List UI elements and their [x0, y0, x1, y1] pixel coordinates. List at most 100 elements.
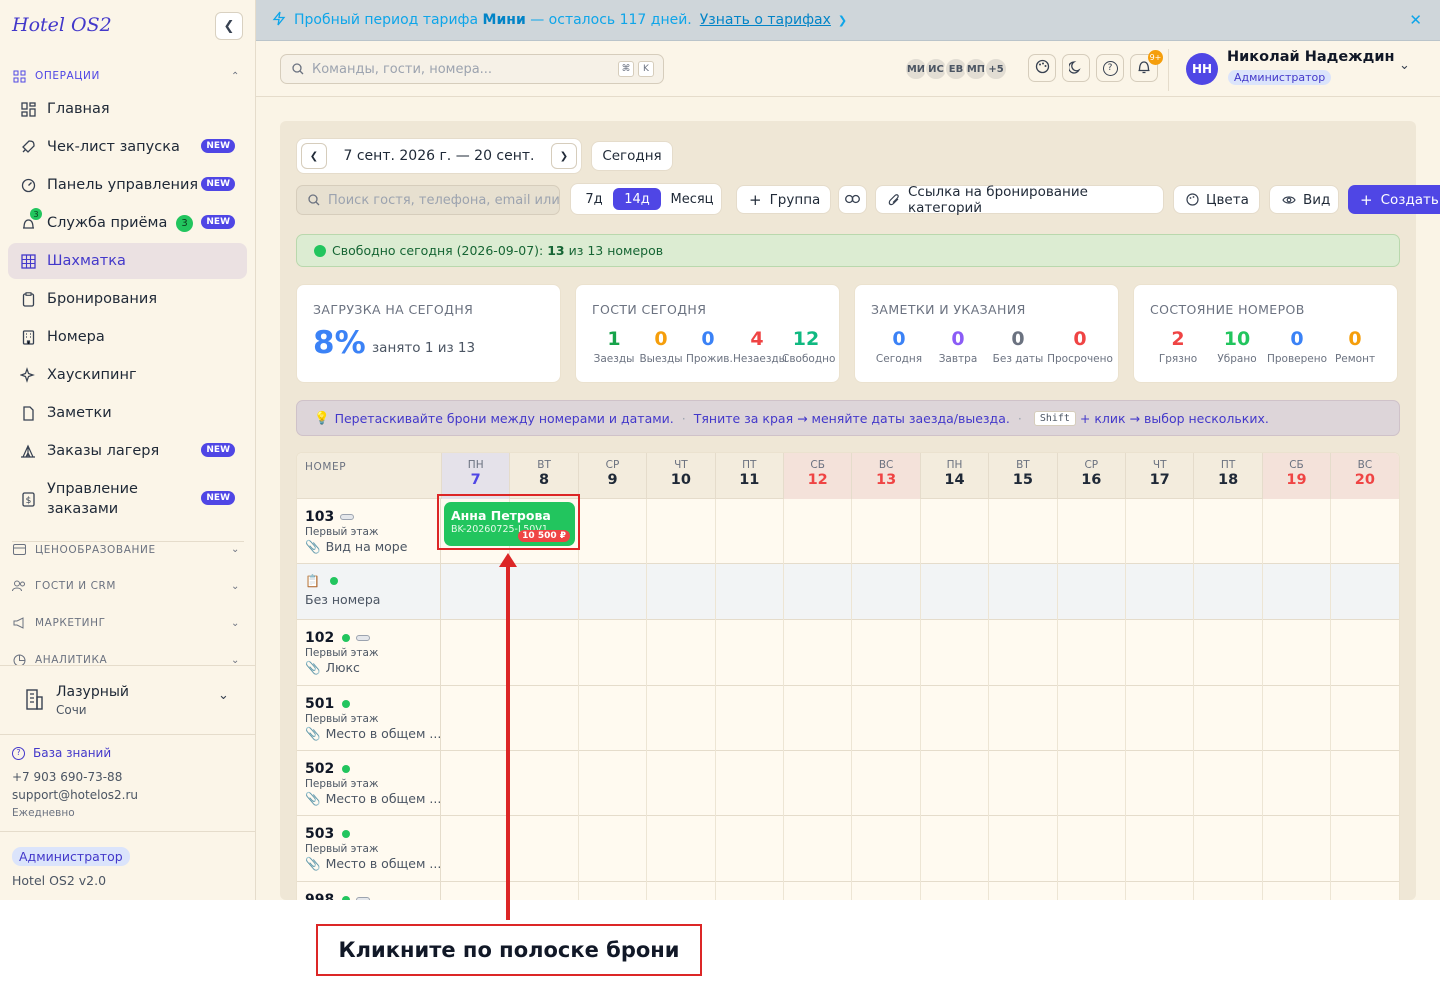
pricing-link[interactable]: Узнать о тарифах [700, 12, 831, 28]
sidebar-item-label: Управление заказами [47, 481, 138, 517]
help-button[interactable]: ? [1096, 54, 1124, 82]
sidebar-item-launch-checklist[interactable]: Чек-лист запуска NEW [8, 129, 247, 165]
grid-cell-divider [1398, 882, 1399, 900]
next-period-button[interactable]: ❯ [551, 143, 577, 169]
section-operations[interactable]: ОПЕРАЦИИ ⌃ [12, 68, 244, 84]
stat-label: Убрано [1217, 353, 1257, 365]
room-label[interactable]: 103 Первый этаж 📎 Вид на море [297, 499, 441, 563]
grid-cell-divider [1330, 751, 1332, 816]
stat-notes-tomorrow: 0 Завтра [929, 328, 987, 365]
guest-search-input[interactable]: Поиск гостя, телефона, email или [296, 185, 560, 215]
chevron-left-icon: ❮ [309, 150, 319, 162]
room-row[interactable]: 📋 Без номера [297, 564, 1399, 620]
kbd-k: K [638, 61, 654, 77]
grid-cell-divider [1398, 816, 1399, 882]
command-search-input[interactable]: Команды, гости, номера... ⌘ K [280, 54, 664, 84]
new-badge: NEW [201, 177, 235, 191]
category-booking-link-button[interactable]: Ссылка на бронирование категорий [875, 184, 1164, 216]
create-button[interactable]: + Создать [1348, 185, 1440, 214]
room-column-header: НОМЕР [305, 461, 347, 473]
load-sub: занято 1 из 13 [372, 340, 476, 356]
grid-cell-divider [577, 816, 579, 882]
view-7d[interactable]: 7д [577, 188, 611, 210]
grid-cell-divider [783, 686, 784, 751]
grid-cell-divider [919, 686, 921, 751]
section-pricing[interactable]: ЦЕНООБРАЗОВАНИЕ ⌄ [12, 541, 244, 557]
prev-period-button[interactable]: ❮ [301, 143, 327, 169]
group-button[interactable]: + Группа [736, 185, 831, 214]
grid-cell-divider [714, 564, 716, 620]
room-label[interactable]: 102 Первый этаж 📎 Люкс [297, 620, 441, 685]
room-label[interactable]: 998 [297, 882, 441, 900]
section-marketing[interactable]: МАРКЕТИНГ ⌄ [12, 615, 244, 631]
view-14d[interactable]: 14д [613, 188, 661, 210]
tent-icon [20, 443, 36, 459]
room-label[interactable]: 502 Первый этаж 📎 Место в общем ... [297, 751, 441, 815]
room-floor: Первый этаж [305, 647, 379, 659]
date-range-label[interactable]: 7 сент. 2026 г. — 20 сент. [327, 148, 551, 164]
grid-cell-divider [919, 882, 921, 900]
room-tag [356, 897, 371, 900]
lightning-icon [272, 11, 286, 30]
room-row[interactable]: 503 Первый этаж 📎 Место в общем ... [297, 816, 1399, 882]
section-guests-crm[interactable]: ГОСТИ И CRM ⌄ [12, 578, 244, 594]
collapse-sidebar-button[interactable]: ❮ [215, 12, 243, 40]
gauge-icon [20, 177, 36, 193]
room-row[interactable]: 501 Первый этаж 📎 Место в общем ... [297, 686, 1399, 751]
dark-mode-button[interactable] [1062, 54, 1090, 82]
trial-plan: Мини [482, 12, 526, 28]
colors-button[interactable]: Цвета [1173, 185, 1260, 214]
card-icon [12, 543, 26, 557]
close-icon[interactable]: ✕ [1409, 11, 1422, 29]
online-users[interactable]: МИ ИС ЕВ МП +5 [904, 57, 1008, 81]
hotel-city: Сочи [56, 703, 87, 717]
table-icon [20, 253, 36, 269]
user-name[interactable]: Николай Надеждин [1227, 49, 1395, 65]
grid-cell-divider [714, 620, 716, 686]
day-number: 11 [739, 472, 760, 488]
room-label[interactable]: 503 Первый этаж 📎 Место в общем ... [297, 816, 441, 881]
view-settings-button[interactable]: Вид [1269, 185, 1339, 214]
knowledge-base-label: База знаний [33, 746, 112, 760]
support-schedule: Ежедневно [12, 807, 75, 819]
grid-cell-divider [646, 882, 648, 900]
room-floor: Первый этаж [305, 778, 379, 790]
room-label[interactable]: 501 Первый этаж 📎 Место в общем ... [297, 686, 441, 750]
grid-cell-divider [1056, 620, 1058, 686]
view-month[interactable]: Месяц [663, 188, 721, 210]
grid-cell-divider [1125, 564, 1126, 620]
notifications-button[interactable]: 9+ [1130, 50, 1163, 82]
today-button[interactable]: Сегодня [591, 141, 673, 171]
room-row[interactable]: 998 [297, 882, 1399, 900]
support-email[interactable]: support@hotelos2.ru [12, 786, 138, 804]
sidebar-item-order-management[interactable]: $ Управление заказами NEW [8, 477, 247, 521]
sidebar-item-bookings[interactable]: Бронирования [8, 281, 247, 317]
grid-cell-divider [1330, 882, 1332, 900]
sidebar-item-front-desk[interactable]: 3 Служба приёма 3 NEW [8, 205, 247, 241]
day-number: 13 [875, 472, 897, 488]
sidebar-item-camp-orders[interactable]: Заказы лагеря NEW [8, 433, 247, 469]
sidebar-item-notes[interactable]: Заметки [8, 395, 247, 431]
room-number-line: 501 [305, 696, 440, 712]
sidebar-item-rooms[interactable]: Номера [8, 319, 247, 355]
view-range-switch: 7д 14д Месяц [570, 183, 722, 215]
grid-cell-divider [1125, 816, 1126, 882]
paperclip-icon: 📎 [305, 660, 321, 675]
stat-label: Без даты [992, 353, 1044, 365]
sparkles-icon [20, 367, 36, 383]
day-of-week: ПТ [1220, 459, 1236, 471]
grid-cell-divider [1056, 686, 1058, 751]
sidebar-item-housekeeping[interactable]: Хаускипинг [8, 357, 247, 393]
room-label[interactable]: 📋 Без номера [297, 564, 441, 619]
user-avatar[interactable]: НН [1186, 53, 1218, 85]
knowledge-base-link[interactable]: ? База знаний [12, 744, 138, 762]
sidebar-item-chessboard[interactable]: Шахматка [8, 243, 247, 279]
hotel-switcher[interactable]: Лазурный Сочи ⌄ [0, 665, 255, 735]
room-row[interactable]: 502 Первый этаж 📎 Место в общем ... [297, 751, 1399, 816]
copy-link-button[interactable] [838, 185, 867, 214]
theme-palette-button[interactable] [1028, 54, 1056, 82]
sidebar-item-control-panel[interactable]: Панель управления NEW [8, 167, 247, 203]
room-row[interactable]: 102 Первый этаж 📎 Люкс [297, 620, 1399, 686]
sidebar-item-home[interactable]: Главная [8, 91, 247, 127]
chevron-down-icon[interactable]: ⌄ [1399, 58, 1410, 73]
